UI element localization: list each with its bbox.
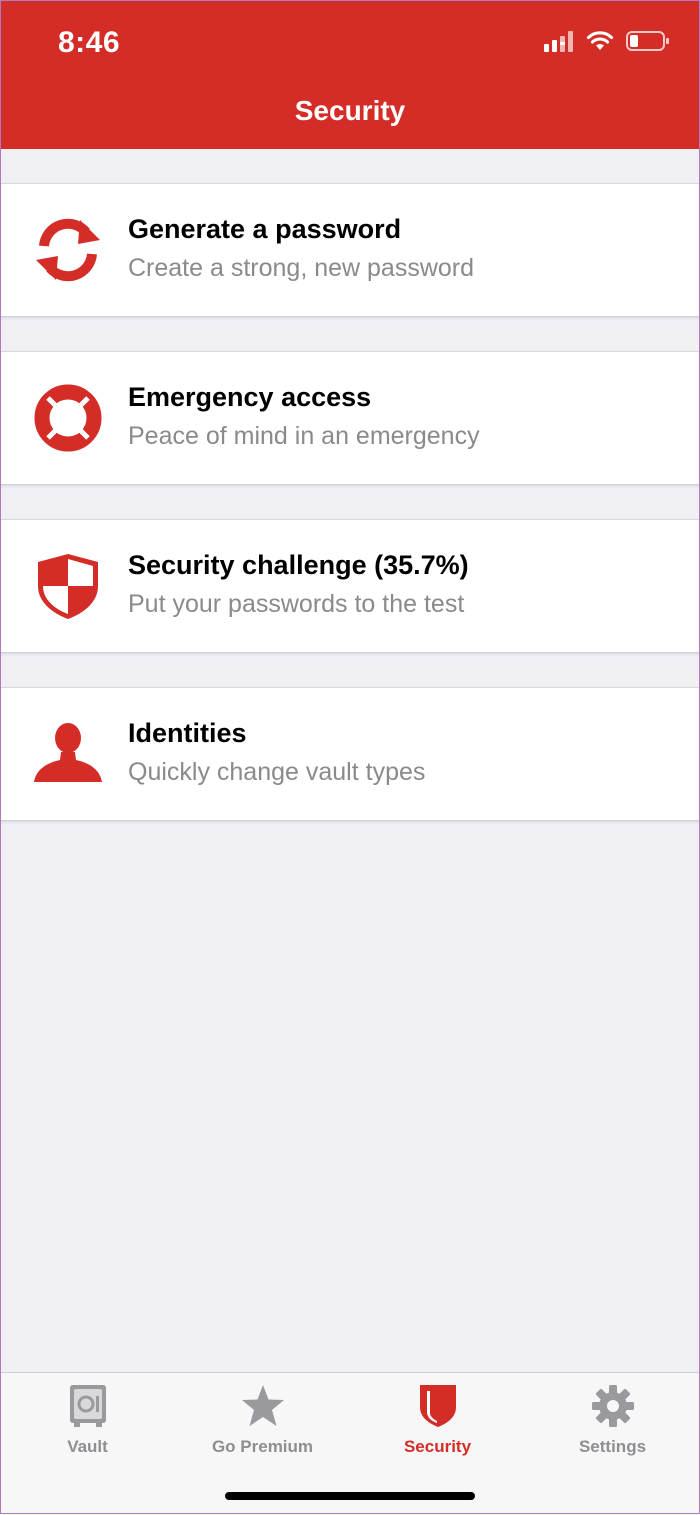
- menu-item-identities[interactable]: Identities Quickly change vault types: [0, 687, 700, 821]
- tab-vault[interactable]: Vault: [0, 1383, 175, 1457]
- menu-item-subtitle: Create a strong, new password: [128, 254, 475, 282]
- person-icon: [34, 723, 102, 782]
- tab-label: Vault: [67, 1437, 108, 1456]
- gear-icon: [591, 1385, 634, 1427]
- menu-item-subtitle: Put your passwords to the test: [128, 590, 465, 618]
- shield-icon: [38, 554, 98, 619]
- tab-label: Settings: [578, 1437, 647, 1456]
- wifi-icon: [586, 31, 614, 50]
- menu-item-title: Identities: [128, 718, 247, 748]
- menu-item-title: Generate a password: [128, 214, 402, 244]
- security-menu-list: Generate a password Create a strong, new…: [0, 183, 700, 855]
- status-time: 8:46: [58, 26, 121, 59]
- tab-security[interactable]: Security: [350, 1383, 525, 1457]
- page-title: Security: [294, 95, 406, 126]
- menu-item-generate-password[interactable]: Generate a password Create a strong, new…: [0, 183, 700, 317]
- tab-label: Go Premium: [211, 1437, 314, 1456]
- menu-item-subtitle: Peace of mind in an emergency: [128, 422, 480, 450]
- vault-icon: [69, 1385, 106, 1427]
- battery-icon: [626, 31, 669, 51]
- lifebuoy-icon: [34, 384, 102, 452]
- header: 8:46 Security: [0, 0, 700, 149]
- menu-item-security-challenge[interactable]: Security challenge (35.7%) Put your pass…: [0, 519, 700, 653]
- refresh-icon: [36, 218, 100, 282]
- signal-icon: [544, 31, 573, 52]
- shield-icon: [419, 1385, 456, 1427]
- status-icons: [544, 30, 670, 52]
- tab-label: Security: [403, 1437, 472, 1456]
- tab-settings[interactable]: Settings: [525, 1383, 700, 1457]
- home-indicator: [225, 1492, 475, 1500]
- menu-item-title: Emergency access: [128, 382, 372, 412]
- tab-go-premium[interactable]: Go Premium: [175, 1383, 350, 1457]
- menu-item-subtitle: Quickly change vault types: [128, 758, 426, 786]
- menu-item-emergency-access[interactable]: Emergency access Peace of mind in an eme…: [0, 351, 700, 485]
- star-icon: [241, 1385, 284, 1426]
- menu-item-title: Security challenge (35.7%): [128, 550, 469, 580]
